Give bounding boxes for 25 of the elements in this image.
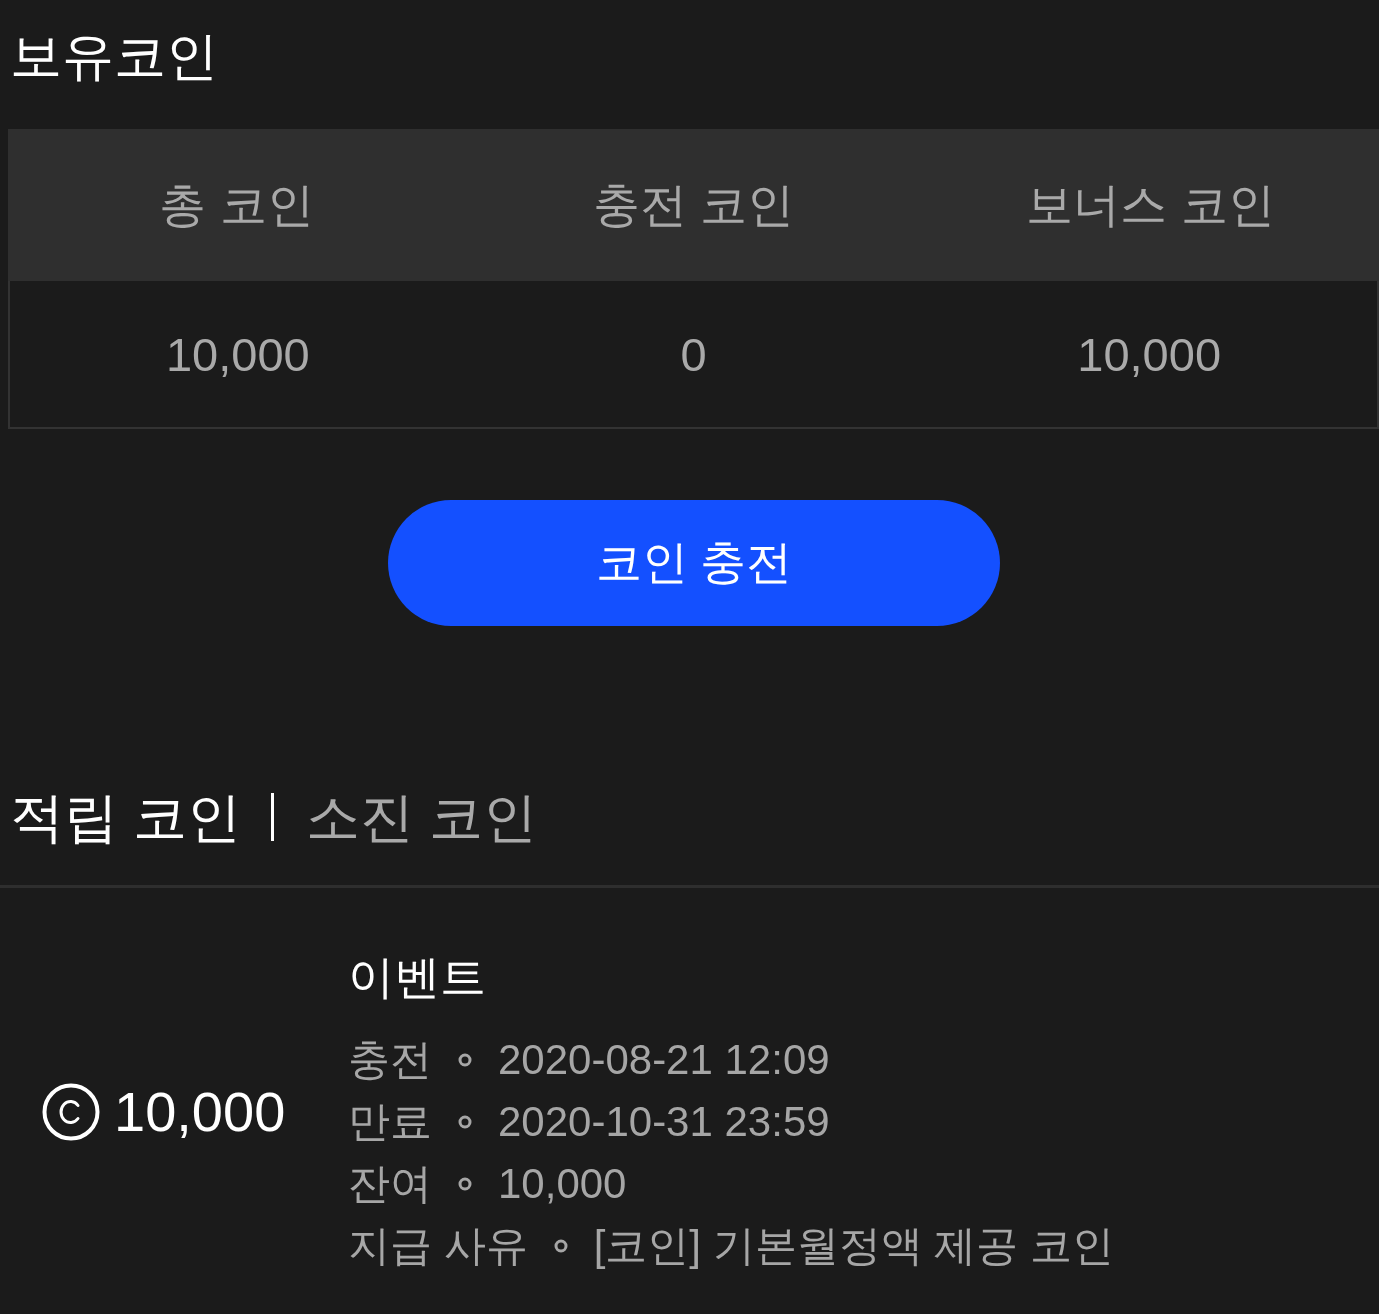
table-cell: 0 (680, 326, 707, 382)
coin-amount: 10,000 (114, 1079, 286, 1145)
detail-value: 10,000 (498, 1159, 627, 1209)
column-header: 충전 코인 (592, 176, 795, 233)
detail-label: 잔여 (348, 1159, 432, 1209)
detail-label: 지급 사유 (348, 1221, 528, 1271)
detail-label: 만료 (348, 1097, 432, 1147)
ring-icon (458, 1115, 472, 1129)
entry-title: 이벤트 (348, 950, 486, 1005)
charge-button[interactable]: 코인 충전 (388, 500, 1000, 626)
detail-label: 충전 (348, 1035, 432, 1085)
coin-icon (42, 1083, 100, 1141)
table-cell: 10,000 (1077, 326, 1222, 382)
detail-value: 2020-10-31 23:59 (498, 1097, 830, 1147)
tab[interactable]: 적립 코인 (10, 781, 241, 853)
column-header: 보너스 코인 (1026, 176, 1275, 233)
table-cell: 10,000 (165, 326, 310, 382)
detail-value: [코인] 기본월정액 제공 코인 (593, 1221, 1115, 1271)
ring-icon (553, 1239, 568, 1253)
detail-value: 2020-08-21 12:09 (498, 1035, 830, 1085)
ring-icon (458, 1053, 472, 1067)
ring-icon (458, 1177, 472, 1191)
section-title: 보유코인 (10, 26, 218, 87)
tab[interactable]: 소진 코인 (306, 781, 538, 853)
column-header: 총 코인 (159, 176, 314, 233)
